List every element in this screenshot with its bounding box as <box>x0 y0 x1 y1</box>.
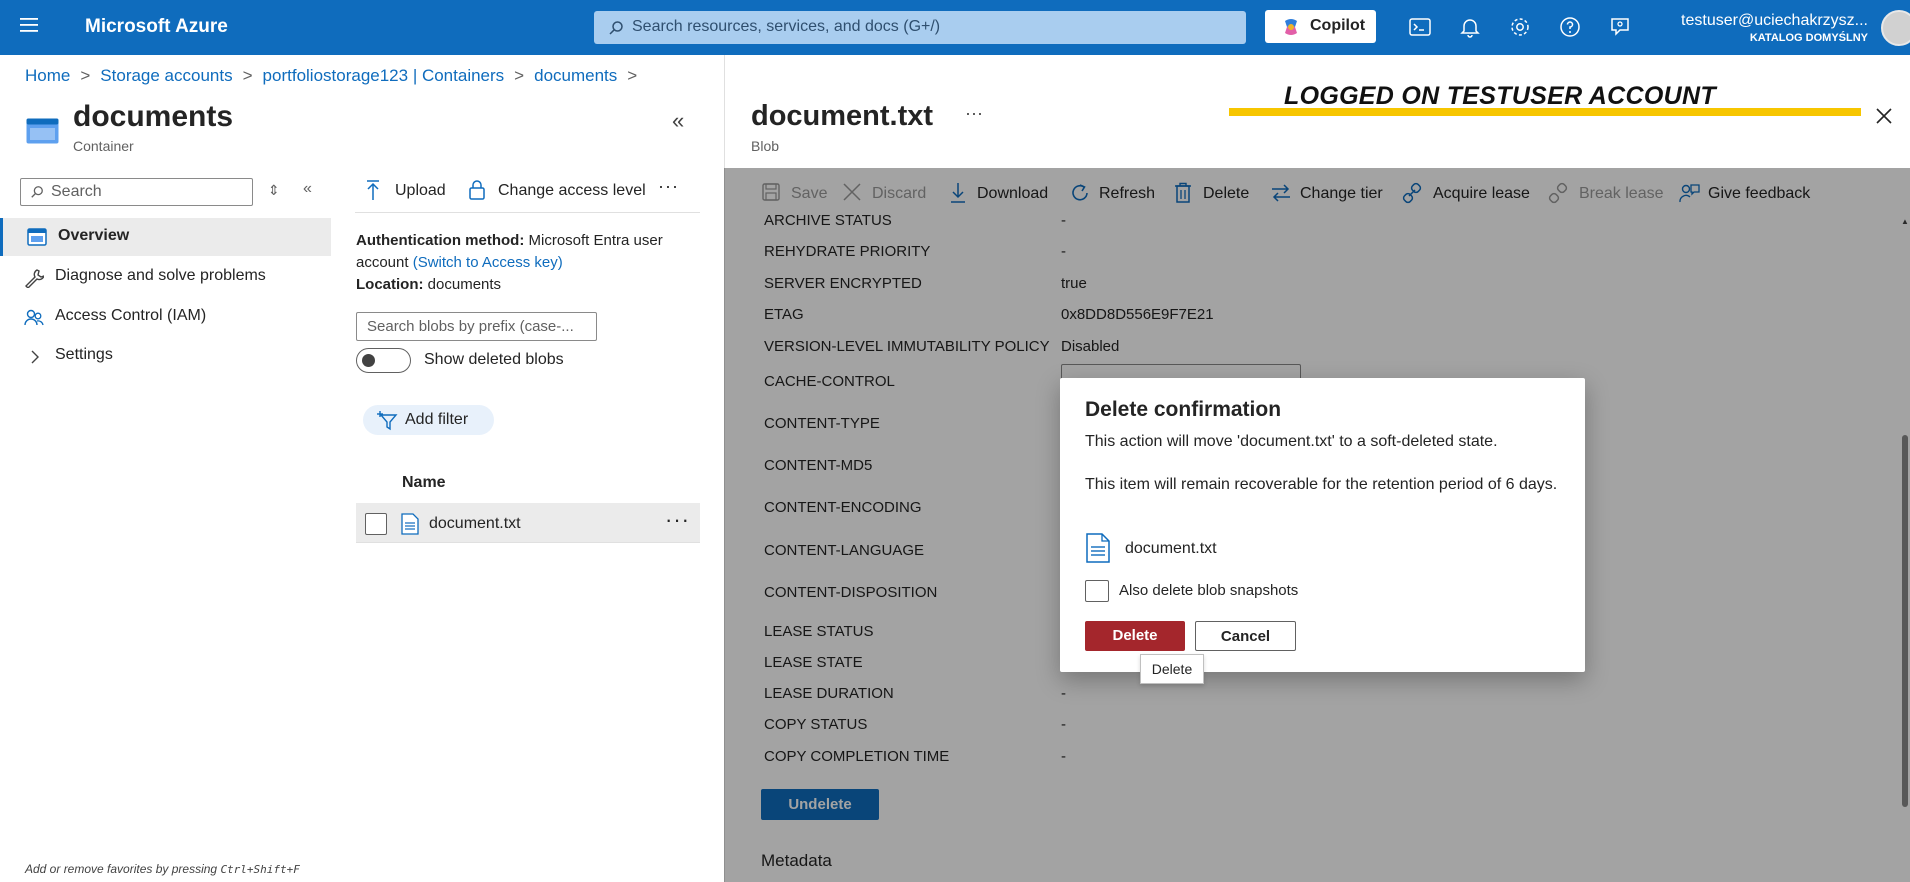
chevron-right-icon: > <box>514 66 525 85</box>
auth-info: Authentication method: Microsoft Entra u… <box>356 230 701 296</box>
table-row[interactable]: document.txt ··· <box>356 503 700 543</box>
breadcrumb-storage-accounts[interactable]: Storage accounts <box>100 66 232 85</box>
close-icon[interactable] <box>1875 107 1893 125</box>
show-deleted-label: Show deleted blobs <box>424 351 564 368</box>
sidebar-item-overview[interactable]: Overview <box>0 218 331 256</box>
dialog-message-retention: This item will remain recoverable for th… <box>1085 476 1558 493</box>
settings-gear-icon[interactable] <box>1508 15 1532 39</box>
change-access-label: Change access level <box>498 182 646 199</box>
hamburger-menu-icon[interactable] <box>18 16 42 38</box>
upload-icon <box>365 179 381 201</box>
sidebar-item-label: Diagnose and solve problems <box>55 267 266 284</box>
favorites-hint: Add or remove favorites by pressing Ctrl… <box>25 862 300 876</box>
copilot-button[interactable]: Copilot <box>1265 10 1376 43</box>
overview-icon <box>27 228 47 246</box>
sidebar-item-diagnose[interactable]: Diagnose and solve problems <box>0 258 331 296</box>
toggle-knob <box>362 354 375 367</box>
account-menu[interactable]: testuser@uciechakrzysz... KATALOG DOMYŚL… <box>1681 13 1868 44</box>
blob-more-button[interactable]: ··· <box>965 103 983 124</box>
search-icon <box>608 20 624 36</box>
user-directory: KATALOG DOMYŚLNY <box>1749 32 1868 44</box>
cancel-button[interactable]: Cancel <box>1195 621 1296 651</box>
row-more-button[interactable]: ··· <box>665 507 690 533</box>
location-value: documents <box>427 276 502 293</box>
sidebar-item-label: Overview <box>58 227 130 244</box>
people-icon <box>24 308 44 328</box>
delete-snapshots-checkbox[interactable] <box>1085 580 1109 602</box>
sidebar-item-iam[interactable]: Access Control (IAM) <box>0 298 331 336</box>
breadcrumb-documents[interactable]: documents <box>534 66 617 85</box>
more-actions-button[interactable]: ··· <box>658 176 679 197</box>
breadcrumb: Home > Storage accounts > portfoliostorage12… <box>25 66 647 86</box>
breadcrumb-home[interactable]: Home <box>25 66 70 85</box>
collapse-nav-icon[interactable]: « <box>303 180 312 198</box>
nav-search-input[interactable]: Search <box>20 178 253 206</box>
show-deleted-toggle[interactable] <box>356 348 411 373</box>
dialog-message-soft-delete: This action will move 'document.txt' to … <box>1085 433 1498 450</box>
collapse-pane-icon[interactable]: « <box>672 108 684 134</box>
breadcrumb-containers[interactable]: portfoliostorage123 | Containers <box>263 66 505 85</box>
delete-confirmation-dialog: Delete confirmation This action will mov… <box>1060 378 1585 672</box>
dialog-file-name: document.txt <box>1125 540 1217 557</box>
copilot-label: Copilot <box>1310 17 1366 34</box>
sort-updown-icon[interactable]: ⇕ <box>268 182 280 199</box>
sidebar-item-label: Access Control (IAM) <box>55 307 207 324</box>
cloud-shell-icon[interactable] <box>1408 15 1432 39</box>
global-search-input[interactable]: Search resources, services, and docs (G+… <box>594 11 1246 44</box>
column-header-name[interactable]: Name <box>402 474 446 492</box>
delete-tooltip: Delete <box>1140 654 1204 684</box>
chevron-right-icon: > <box>242 66 253 85</box>
file-icon <box>401 513 419 535</box>
row-checkbox[interactable] <box>365 513 387 535</box>
blob-search-placeholder: Search blobs by prefix (case-... <box>367 318 574 335</box>
blob-subtitle: Blob <box>751 138 780 154</box>
top-bar: Microsoft Azure Search resources, servic… <box>0 0 1910 55</box>
wrench-icon <box>24 268 44 288</box>
global-search-placeholder: Search resources, services, and docs (G+… <box>632 18 941 35</box>
toolbar-divider <box>355 212 700 213</box>
notifications-bell-icon[interactable] <box>1458 15 1482 39</box>
container-icon <box>26 118 59 144</box>
delete-snapshots-label[interactable]: Also delete blob snapshots <box>1119 582 1298 599</box>
page-subtitle: Container <box>73 138 134 154</box>
switch-access-key-link[interactable]: (Switch to Access key) <box>413 254 563 271</box>
copilot-icon <box>1281 17 1301 37</box>
blob-title: document.txt <box>751 100 934 132</box>
dialog-title: Delete confirmation <box>1085 398 1282 421</box>
file-icon <box>1085 533 1111 563</box>
account-banner: LOGGED ON TESTUSER ACCOUNT <box>1229 78 1861 116</box>
chevron-right-icon: > <box>80 66 91 85</box>
lock-icon <box>468 179 486 201</box>
blob-prefix-search-input[interactable]: Search blobs by prefix (case-... <box>356 312 597 341</box>
feedback-icon[interactable] <box>1608 15 1632 39</box>
nav-search-placeholder: Search <box>51 183 102 200</box>
sidebar-item-settings[interactable]: Settings <box>0 337 331 375</box>
filter-add-icon <box>376 409 398 431</box>
chevron-right-icon <box>24 347 44 367</box>
upload-label: Upload <box>395 182 446 199</box>
add-filter-button[interactable]: Add filter <box>363 405 494 435</box>
avatar[interactable] <box>1881 10 1910 46</box>
search-icon <box>30 185 44 199</box>
add-filter-label: Add filter <box>405 411 469 428</box>
help-icon[interactable] <box>1558 15 1582 39</box>
confirm-delete-button[interactable]: Delete <box>1085 621 1185 651</box>
blob-name[interactable]: document.txt <box>429 515 521 533</box>
chevron-right-icon: > <box>627 66 638 85</box>
favorites-shortcut: Ctrl+Shift+F <box>220 863 300 876</box>
banner-text: LOGGED ON TESTUSER ACCOUNT <box>1284 82 1716 110</box>
user-name: testuser@uciechakrzysz... <box>1681 12 1868 29</box>
auth-method-label: Authentication method: <box>356 232 525 249</box>
location-label: Location: <box>356 276 424 293</box>
sidebar-item-label: Settings <box>55 346 113 363</box>
page-title: documents <box>73 100 234 133</box>
favorites-hint-text: Add or remove favorites by pressing <box>25 862 218 876</box>
brand-title[interactable]: Microsoft Azure <box>85 16 228 38</box>
